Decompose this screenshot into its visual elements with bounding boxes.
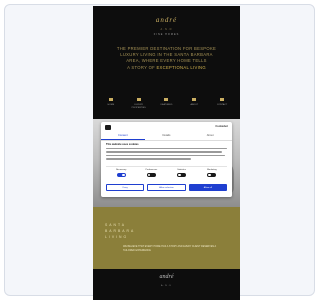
deny-button[interactable]: Deny	[106, 184, 145, 191]
allow-selection-button[interactable]: Allow selection	[147, 184, 186, 191]
footer-logo[interactable]: andré	[93, 274, 240, 280]
hero-line: A STORY OF EXCEPTIONAL LIVING	[99, 65, 234, 71]
category-marketing: Marketing	[197, 167, 227, 181]
necessary-toggle[interactable]	[116, 173, 126, 177]
hero-line-prefix: A STORY OF	[127, 64, 157, 70]
main-nav: HOME LUXURY PROPERTIES FEATURED ABOUT CO…	[93, 98, 240, 118]
nav-label: CONTACT	[216, 104, 228, 106]
text-line	[106, 158, 191, 160]
tab-details[interactable]: Details	[145, 132, 189, 140]
category-statistics: Statistics	[167, 167, 197, 181]
nav-item-properties[interactable]: LUXURY PROPERTIES	[128, 98, 150, 110]
nav-label: LUXURY PROPERTIES	[131, 104, 146, 109]
category-label: Marketing	[207, 169, 217, 171]
category-label: Necessary	[115, 169, 127, 171]
hero-text: THE PREMIER DESTINATION FOR BESPOKE LUXU…	[99, 46, 234, 71]
cookie-description: This website uses cookies	[106, 143, 227, 162]
nav-label: FEATURED	[160, 104, 173, 106]
preferences-toggle[interactable]	[146, 173, 156, 177]
cookie-consent-dialog: Cookiebot Consent Details About This web…	[101, 122, 232, 197]
marketing-toggle[interactable]	[207, 173, 217, 177]
cookie-buttons: Deny Allow selection Allow all	[106, 184, 227, 191]
info-icon	[192, 98, 197, 101]
text-line	[106, 154, 225, 157]
nav-label: HOME	[107, 104, 115, 106]
site-tagline: FINE HOMES	[153, 33, 180, 36]
nav-item-home[interactable]: HOME	[100, 98, 122, 107]
phone-screenshot: andré A·N·D FINE HOMES THE PREMIER DESTI…	[93, 6, 240, 300]
category-label: Preferences	[145, 169, 158, 171]
gold-body: WE BELIEVE THAT EVERY HOME HAS A STORY A…	[123, 245, 217, 252]
nav-item-about[interactable]: ABOUT	[183, 98, 205, 107]
cookie-brand: Cookiebot	[215, 125, 228, 128]
site-logo-sub: A·N·D	[160, 28, 173, 31]
home-icon	[108, 98, 113, 101]
category-necessary: Necessary	[106, 167, 136, 181]
nav-item-contact[interactable]: CONTACT	[211, 98, 233, 107]
cookie-title: This website uses cookies	[106, 143, 139, 146]
tab-consent[interactable]: Consent	[101, 132, 145, 140]
nav-item-featured[interactable]: FEATURED	[155, 98, 177, 107]
star-icon	[164, 98, 169, 101]
cookie-categories: Necessary Preferences Statistics Marketi…	[106, 166, 227, 181]
gold-section: SANTA BARBARA LIVING WE BELIEVE THAT EVE…	[93, 207, 240, 269]
gold-heading: SANTA BARBARA LIVING	[105, 222, 135, 240]
building-icon	[136, 98, 141, 101]
allow-all-button[interactable]: Allow all	[188, 184, 227, 191]
hero-highlight: EXCEPTIONAL LIVING	[156, 64, 206, 70]
cookie-tabs: Consent Details About	[101, 132, 232, 141]
tab-about[interactable]: About	[188, 132, 232, 140]
footer-logo-sub: A·N·D	[160, 285, 173, 287]
site-logo[interactable]: andré	[93, 16, 240, 24]
statistics-toggle[interactable]	[177, 173, 187, 177]
cookie-logo-icon	[105, 125, 111, 130]
nav-label: ABOUT	[190, 104, 199, 106]
text-line	[106, 148, 227, 150]
text-line	[106, 151, 223, 153]
gold-heading-line: LIVING	[105, 235, 129, 239]
mail-icon	[220, 98, 225, 101]
category-label: Statistics	[177, 169, 186, 171]
category-preferences: Preferences	[136, 167, 166, 181]
